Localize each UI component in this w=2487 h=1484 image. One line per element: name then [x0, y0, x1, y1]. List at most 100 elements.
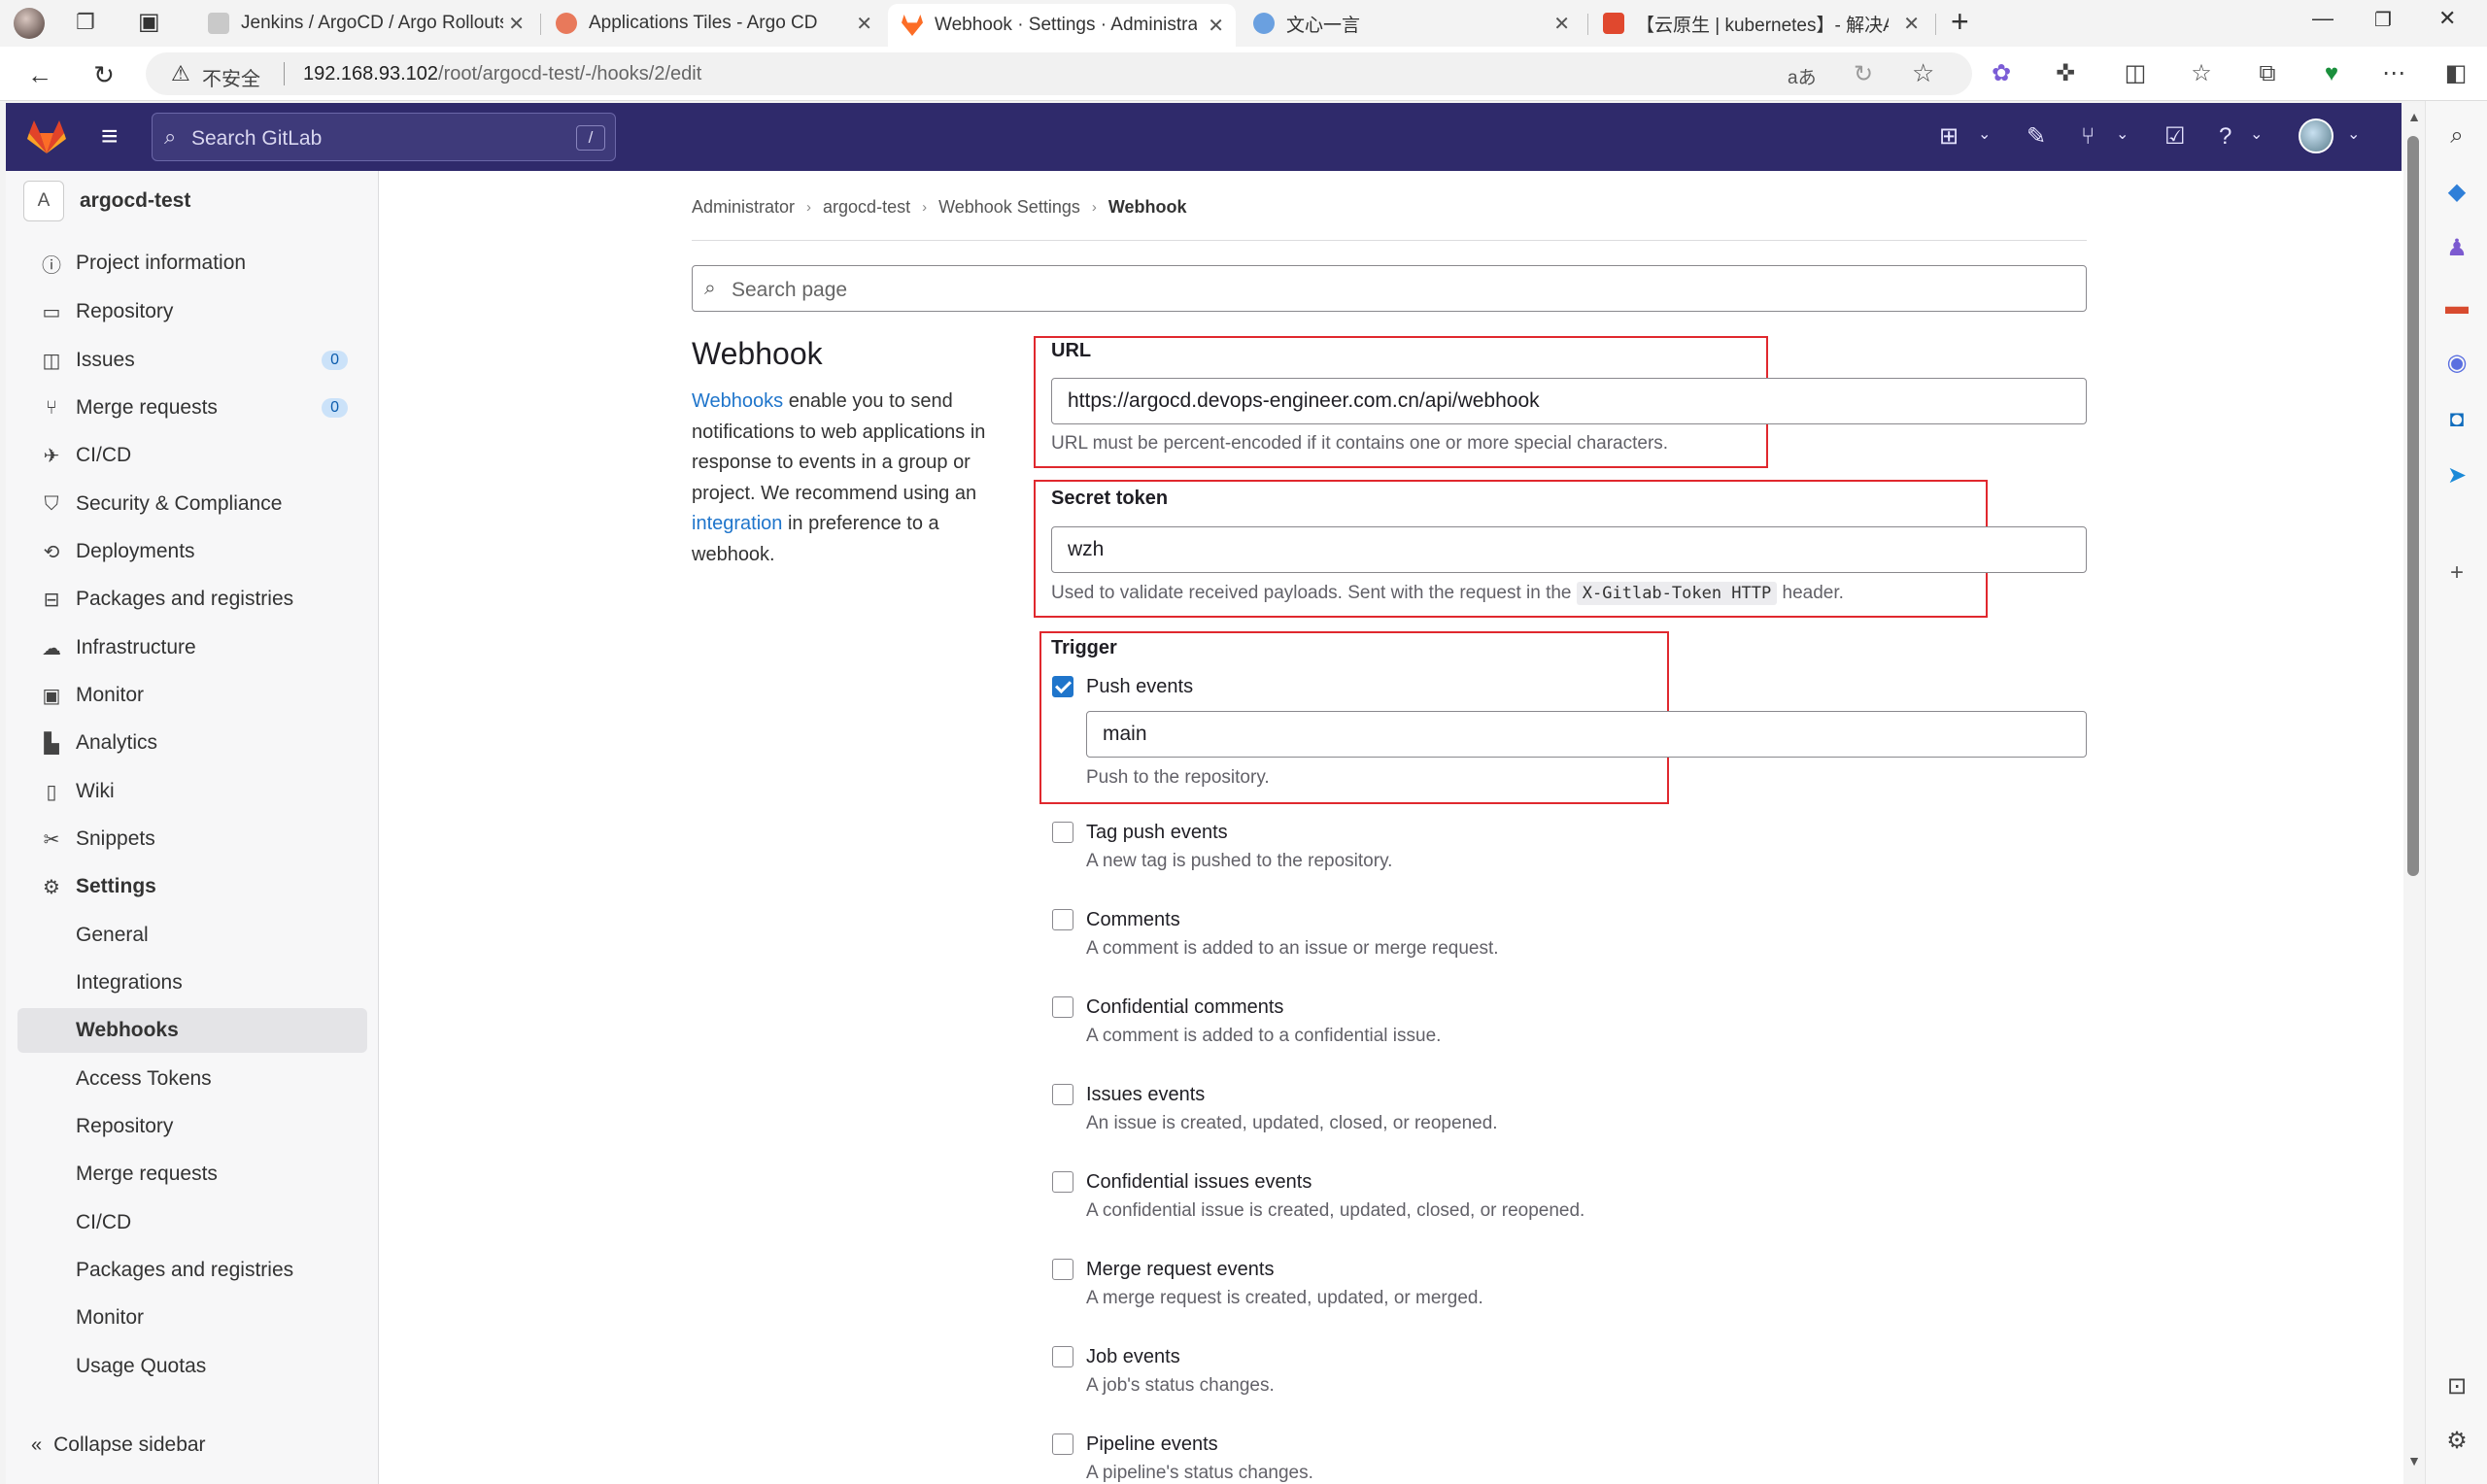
trigger-label-text[interactable]: Job events: [1086, 1346, 1180, 1368]
sidebar-item-merge-requests[interactable]: ⑂ Merge requests 0: [17, 386, 367, 430]
trigger-label-text[interactable]: Comments: [1086, 909, 1180, 931]
restore-icon[interactable]: ❐: [2374, 8, 2392, 32]
create-new-icon[interactable]: ⊞: [1939, 122, 1959, 152]
page-scrollbar-thumb[interactable]: [2407, 136, 2419, 876]
screenshot-icon[interactable]: ⊡: [2441, 1371, 2472, 1402]
sidebar-subitem-usage-quotas[interactable]: Usage Quotas: [17, 1344, 367, 1389]
send-icon[interactable]: ➤: [2441, 460, 2472, 491]
confidential-issues-events-checkbox[interactable]: [1052, 1171, 1073, 1193]
pipeline-events-checkbox[interactable]: [1052, 1433, 1073, 1455]
scroll-up-arrow-icon[interactable]: ▲: [2405, 109, 2423, 124]
scroll-down-arrow-icon[interactable]: ▼: [2405, 1453, 2423, 1468]
sidebar-item-project-information[interactable]: ⓘ Project information: [17, 241, 367, 286]
browser-tab-kubernetes[interactable]: 【云原生 | kubernetes】- 解决A ✕: [1589, 6, 1931, 41]
chevron-down-icon[interactable]: ⌄: [2250, 124, 2263, 144]
webhooks-docs-link[interactable]: Webhooks: [692, 390, 783, 412]
copilot-icon[interactable]: ✿: [1986, 58, 2017, 89]
search-page-input[interactable]: ⌕ Search page: [692, 265, 2087, 312]
user-avatar[interactable]: [2299, 118, 2334, 153]
address-bar[interactable]: ⚠ 不安全 192.168.93.102/root/argocd-test/-/…: [146, 52, 1972, 95]
back-icon[interactable]: ←: [23, 58, 56, 91]
favorites-icon[interactable]: ☆: [2186, 58, 2217, 89]
reload-icon[interactable]: ↻: [87, 58, 120, 91]
sidebar-item-deployments[interactable]: ⟲ Deployments: [17, 529, 367, 574]
secret-token-input[interactable]: wzh: [1051, 526, 2087, 573]
sidebar-toggle-icon[interactable]: ◧: [2440, 58, 2471, 89]
todos-icon[interactable]: ☑: [2164, 122, 2186, 152]
shopping-tag-icon[interactable]: ◆: [2441, 177, 2472, 208]
trigger-label-text[interactable]: Tag push events: [1086, 822, 1228, 844]
collapse-sidebar-button[interactable]: « Collapse sidebar: [31, 1433, 206, 1457]
sidebar-subitem-integrations[interactable]: Integrations: [17, 961, 367, 1005]
trigger-label-text[interactable]: Confidential issues events: [1086, 1171, 1312, 1194]
integration-docs-link[interactable]: integration: [692, 513, 782, 534]
browser-tab-wenxin[interactable]: 文心一言 ✕: [1240, 6, 1582, 41]
sidebar-item-ci-cd[interactable]: ✈ CI/CD: [17, 433, 367, 478]
project-header[interactable]: A argocd-test: [23, 181, 190, 221]
merge-request-events-checkbox[interactable]: [1052, 1259, 1073, 1280]
close-icon[interactable]: ✕: [1208, 14, 1224, 38]
collections-icon[interactable]: ⧉: [2252, 58, 2283, 89]
sidebar-item-snippets[interactable]: ✂ Snippets: [17, 817, 367, 861]
browser-essentials-icon[interactable]: ♥: [2316, 58, 2347, 89]
breadcrumb-item[interactable]: Administrator: [692, 197, 795, 218]
issues-header-icon[interactable]: ✎: [2027, 122, 2046, 152]
gitlab-logo-icon[interactable]: [27, 119, 66, 154]
close-icon[interactable]: ✕: [856, 12, 872, 36]
outlook-icon[interactable]: ◘: [2441, 404, 2472, 435]
toolbox-icon[interactable]: ▬: [2441, 291, 2472, 322]
sidebar-item-security-compliance[interactable]: ⛉ Security & Compliance: [17, 482, 367, 526]
more-options-icon[interactable]: ⋯: [2378, 58, 2409, 89]
gear-icon[interactable]: ⚙: [2441, 1426, 2472, 1457]
sidebar-item-issues[interactable]: ◫ Issues 0: [17, 338, 367, 383]
split-screen-icon[interactable]: ◫: [2120, 58, 2151, 89]
merge-requests-header-icon[interactable]: ⑂: [2081, 122, 2095, 152]
sidebar-item-packages-registries[interactable]: ⊟ Packages and registries: [17, 577, 367, 622]
push-events-label[interactable]: Push events: [1086, 676, 1193, 698]
close-icon[interactable]: ✕: [1903, 12, 1920, 36]
close-icon[interactable]: ✕: [508, 12, 525, 36]
trigger-label-text[interactable]: Confidential comments: [1086, 996, 1283, 1019]
refresh-sync-icon[interactable]: ↻: [1854, 60, 1873, 88]
comments-checkbox[interactable]: [1052, 909, 1073, 930]
m365-icon[interactable]: ◉: [2441, 348, 2472, 379]
people-icon[interactable]: ♟: [2441, 233, 2472, 264]
confidential-comments-checkbox[interactable]: [1052, 996, 1073, 1018]
breadcrumb-item[interactable]: Webhook Settings: [938, 197, 1080, 218]
read-aloud-icon[interactable]: aあ: [1788, 63, 1817, 89]
tab-actions-icon[interactable]: ▣: [138, 8, 160, 36]
push-branch-filter-input[interactable]: main: [1086, 711, 2087, 758]
tag-push-events-checkbox[interactable]: [1052, 822, 1073, 843]
browser-tab-webhook[interactable]: Webhook · Settings · Administrat ✕: [888, 4, 1236, 47]
chevron-down-icon[interactable]: ⌄: [2116, 124, 2129, 144]
sidebar-item-wiki[interactable]: ▯ Wiki: [17, 769, 367, 814]
search-gitlab-input[interactable]: ⌕ Search GitLab /: [152, 113, 616, 161]
sidebar-item-monitor[interactable]: ▣ Monitor: [17, 673, 367, 718]
close-icon[interactable]: ✕: [1553, 12, 1570, 36]
favorite-star-icon[interactable]: ☆: [1912, 58, 1934, 88]
sidebar-subitem-webhooks[interactable]: Webhooks: [17, 1008, 367, 1053]
chevron-down-icon[interactable]: ⌄: [1978, 124, 1991, 144]
sidebar-item-repository[interactable]: ▭ Repository: [17, 289, 367, 334]
job-events-checkbox[interactable]: [1052, 1346, 1073, 1367]
search-icon[interactable]: ⌕: [2441, 120, 2472, 152]
minimize-icon[interactable]: —: [2312, 6, 2334, 31]
close-window-icon[interactable]: ✕: [2438, 6, 2456, 31]
workspaces-icon[interactable]: ❐: [76, 10, 95, 35]
sidebar-item-infrastructure[interactable]: ☁ Infrastructure: [17, 625, 367, 670]
browser-tab-argocd[interactable]: Applications Tiles - Argo CD ✕: [542, 6, 884, 41]
trigger-label-text[interactable]: Pipeline events: [1086, 1433, 1218, 1456]
trigger-label-text[interactable]: Issues events: [1086, 1084, 1205, 1106]
sidebar-subitem-general[interactable]: General: [17, 913, 367, 958]
extensions-icon[interactable]: ✜: [2050, 58, 2081, 89]
url-input[interactable]: https://argocd.devops-engineer.com.cn/ap…: [1051, 378, 2087, 424]
add-icon[interactable]: +: [2441, 557, 2472, 589]
trigger-label-text[interactable]: Merge request events: [1086, 1259, 1274, 1281]
sidebar-subitem-packages-registries[interactable]: Packages and registries: [17, 1248, 367, 1293]
breadcrumb-current[interactable]: Webhook: [1108, 197, 1187, 218]
sidebar-item-analytics[interactable]: ▙ Analytics: [17, 721, 367, 765]
sidebar-subitem-merge-requests[interactable]: Merge requests: [17, 1152, 367, 1197]
new-tab-icon[interactable]: +: [1951, 4, 1969, 40]
push-events-checkbox[interactable]: [1052, 676, 1073, 697]
help-icon[interactable]: ?: [2219, 122, 2231, 152]
